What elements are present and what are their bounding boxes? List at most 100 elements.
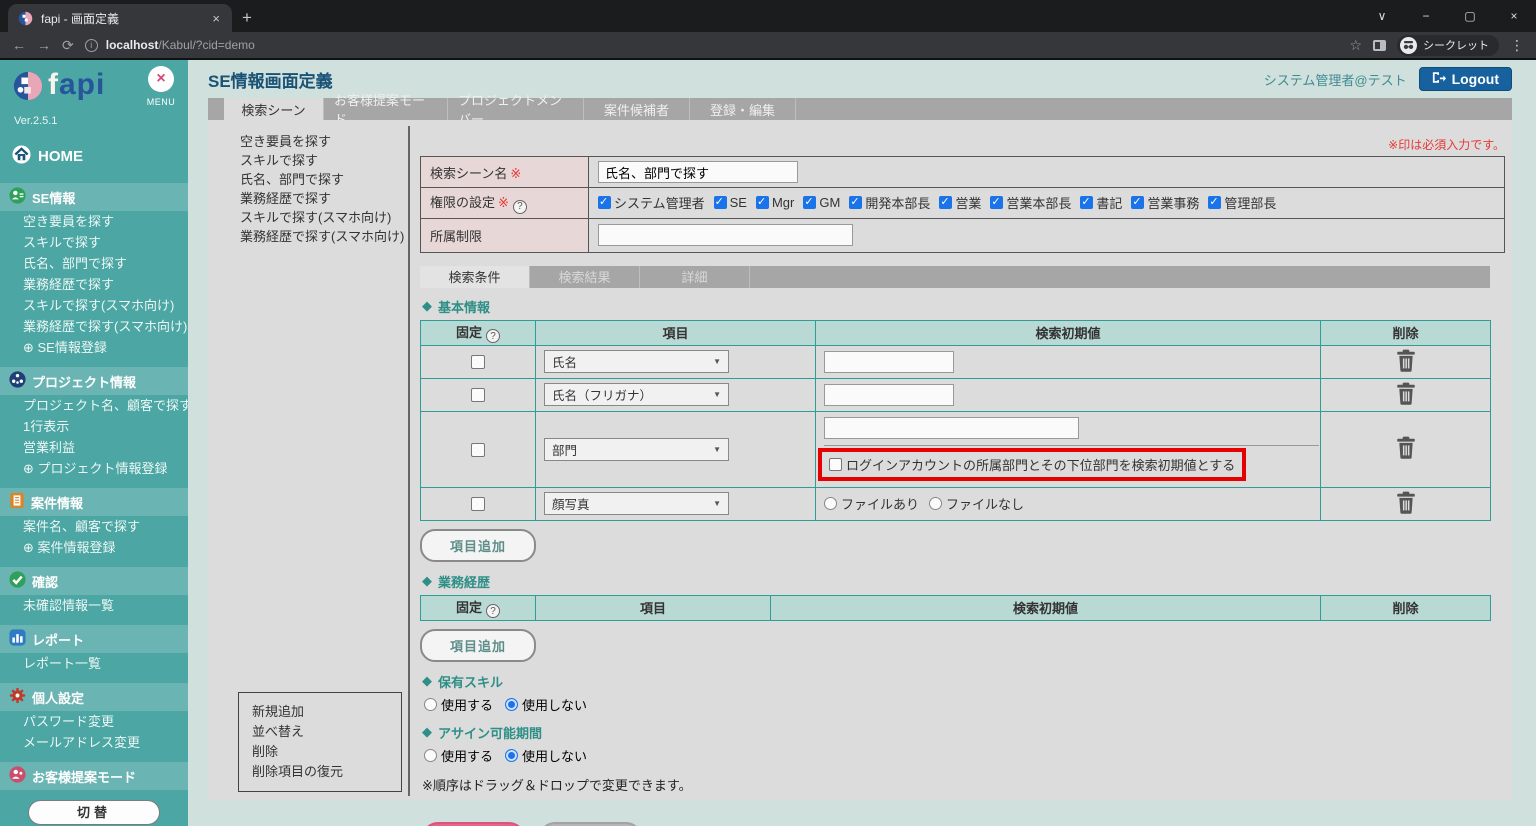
sidebar-item-home[interactable]: HOME [0, 139, 188, 174]
scene-list-item[interactable]: スキルで探す(スマホ向け) [240, 208, 408, 227]
permission-option[interactable]: GM [803, 195, 840, 210]
permission-option[interactable]: SE [714, 195, 747, 210]
scene-action-delete[interactable]: 削除 [252, 742, 401, 762]
tab-project-member[interactable]: プロジェクトメンバー [448, 98, 584, 120]
scene-list-item[interactable]: スキルで探す [240, 151, 408, 170]
item-select[interactable]: 氏名▼ [544, 350, 729, 373]
fixed-checkbox[interactable] [471, 355, 485, 369]
initial-value-input[interactable] [824, 384, 954, 406]
window-close-icon[interactable]: × [1492, 0, 1536, 32]
add-item-button[interactable]: 項目追加 [420, 529, 536, 562]
tab-search-scene[interactable]: 検索シーン [224, 98, 324, 120]
sidebar-item[interactable]: 案件名、顧客で探す [0, 516, 188, 537]
app-logo[interactable]: fapi [48, 68, 105, 102]
sidebar-section-settings[interactable]: 個人設定 [0, 683, 188, 711]
switch-mode-button[interactable]: 切替 [28, 800, 160, 825]
radio-file-none[interactable]: ファイルなし [929, 494, 1024, 513]
tab-register-edit[interactable]: 登録・編集 [690, 98, 796, 120]
sidebar-item[interactable]: ⊕ 案件情報登録 [0, 537, 188, 558]
trash-icon[interactable] [1396, 491, 1416, 517]
tab-customer-mode[interactable]: お客様提案モード [324, 98, 448, 120]
sidebar-item[interactable]: 氏名、部門で探す [0, 253, 188, 274]
tab-candidate[interactable]: 案件候補者 [584, 98, 690, 120]
sidebar-section-report[interactable]: レポート [0, 625, 188, 653]
radio-use[interactable]: 使用する [424, 695, 493, 714]
sidebar-item[interactable]: ⊕ プロジェクト情報登録 [0, 458, 188, 479]
reload-icon[interactable]: ⟳ [62, 37, 74, 54]
site-info-icon[interactable]: i [85, 39, 98, 52]
browser-menu-icon[interactable]: ⋮ [1510, 37, 1524, 54]
fixed-checkbox[interactable] [471, 443, 485, 457]
item-select[interactable]: 顔写真▼ [544, 492, 729, 515]
browser-tab[interactable]: fapi - 画面定義 × [8, 4, 232, 32]
back-icon[interactable]: ← [12, 37, 26, 53]
subtab-search-results[interactable]: 検索結果 [530, 266, 640, 288]
permission-option[interactable]: 書記 [1080, 193, 1122, 212]
scene-action-sort[interactable]: 並べ替え [252, 722, 401, 742]
permission-option[interactable]: 営業事務 [1131, 193, 1199, 212]
tab-close-icon[interactable]: × [210, 11, 222, 26]
sidebar-section-project[interactable]: プロジェクト情報 [0, 367, 188, 395]
fixed-checkbox[interactable] [471, 497, 485, 511]
help-icon[interactable]: ? [513, 200, 527, 214]
radio-not-use[interactable]: 使用しない [505, 746, 587, 765]
sidebar-item[interactable]: 業務経歴で探す(スマホ向け) [0, 316, 188, 337]
close-icon[interactable]: × [148, 66, 174, 92]
window-menu-icon[interactable]: ∨ [1360, 0, 1404, 32]
radio-use[interactable]: 使用する [424, 746, 493, 765]
trash-icon[interactable] [1396, 382, 1416, 408]
sidebar-item[interactable]: 空き要員を探す [0, 211, 188, 232]
sidebar-item[interactable]: ⊕ SE情報登録 [0, 337, 188, 358]
radio-not-use[interactable]: 使用しない [505, 695, 587, 714]
sidebar-item[interactable]: パスワード変更 [0, 711, 188, 732]
sidebar-item[interactable]: 業務経歴で探す [0, 274, 188, 295]
login-dept-checkbox[interactable] [829, 458, 842, 471]
dept-initial-input[interactable] [824, 417, 1079, 439]
sidebar-section-customer-mode[interactable]: お客様提案モード [0, 762, 188, 790]
help-icon[interactable]: ? [486, 604, 500, 618]
affiliation-input[interactable] [598, 224, 853, 246]
window-maximize-icon[interactable]: ▢ [1448, 0, 1492, 32]
permission-option[interactable]: Mgr [756, 195, 794, 210]
sidebar-item[interactable]: 営業利益 [0, 437, 188, 458]
sidebar-item[interactable]: メールアドレス変更 [0, 732, 188, 753]
radio-file-exists[interactable]: ファイルあり [824, 494, 919, 513]
scene-list-item[interactable]: 空き要員を探す [240, 132, 408, 151]
window-minimize-icon[interactable]: − [1404, 0, 1448, 32]
subtab-details[interactable]: 詳細 [640, 266, 750, 288]
sidebar-item[interactable]: スキルで探す [0, 232, 188, 253]
permission-option[interactable]: 開発本部長 [849, 193, 930, 212]
cancel-button[interactable]: キャンセル [539, 822, 642, 826]
scene-action-restore[interactable]: 削除項目の復元 [252, 762, 401, 782]
scene-name-input[interactable] [598, 161, 798, 183]
permission-option[interactable]: 営業 [939, 193, 981, 212]
scene-list-item[interactable]: 業務経歴で探す(スマホ向け) [240, 227, 408, 246]
save-button[interactable]: 保存 [422, 822, 525, 826]
permission-option[interactable]: 営業本部長 [990, 193, 1071, 212]
item-select[interactable]: 氏名（フリガナ）▼ [544, 383, 729, 406]
scene-action-add[interactable]: 新規追加 [252, 702, 401, 722]
subtab-search-conditions[interactable]: 検索条件 [420, 266, 530, 288]
help-icon[interactable]: ? [486, 329, 500, 343]
sidebar-item[interactable]: プロジェクト名、顧客で探す [0, 395, 188, 416]
sidebar-section-se[interactable]: SE情報 [0, 183, 188, 211]
initial-value-input[interactable] [824, 351, 954, 373]
sidebar-item[interactable]: スキルで探す(スマホ向け) [0, 295, 188, 316]
sidebar-section-kakunin[interactable]: 確認 [0, 567, 188, 595]
forward-icon[interactable]: → [37, 37, 51, 53]
bookmark-star-icon[interactable]: ☆ [1349, 37, 1362, 54]
sidebar-item[interactable]: 1行表示 [0, 416, 188, 437]
scene-list-item[interactable]: 氏名、部門で探す [240, 170, 408, 189]
address-bar[interactable]: i localhost/Kabul/?cid=demo [85, 38, 1339, 52]
menu-close-button[interactable]: × MENU [144, 66, 178, 110]
item-select[interactable]: 部門▼ [544, 438, 729, 461]
sidebar-section-anken[interactable]: 案件情報 [0, 488, 188, 516]
permission-option[interactable]: システム管理者 [598, 193, 705, 212]
new-tab-button[interactable]: + [232, 4, 262, 32]
side-panel-icon[interactable] [1373, 40, 1386, 51]
sidebar-item[interactable]: 未確認情報一覧 [0, 595, 188, 616]
permission-option[interactable]: 管理部長 [1208, 193, 1276, 212]
fixed-checkbox[interactable] [471, 388, 485, 402]
sidebar-item[interactable]: レポート一覧 [0, 653, 188, 674]
scene-list-item[interactable]: 業務経歴で探す [240, 189, 408, 208]
